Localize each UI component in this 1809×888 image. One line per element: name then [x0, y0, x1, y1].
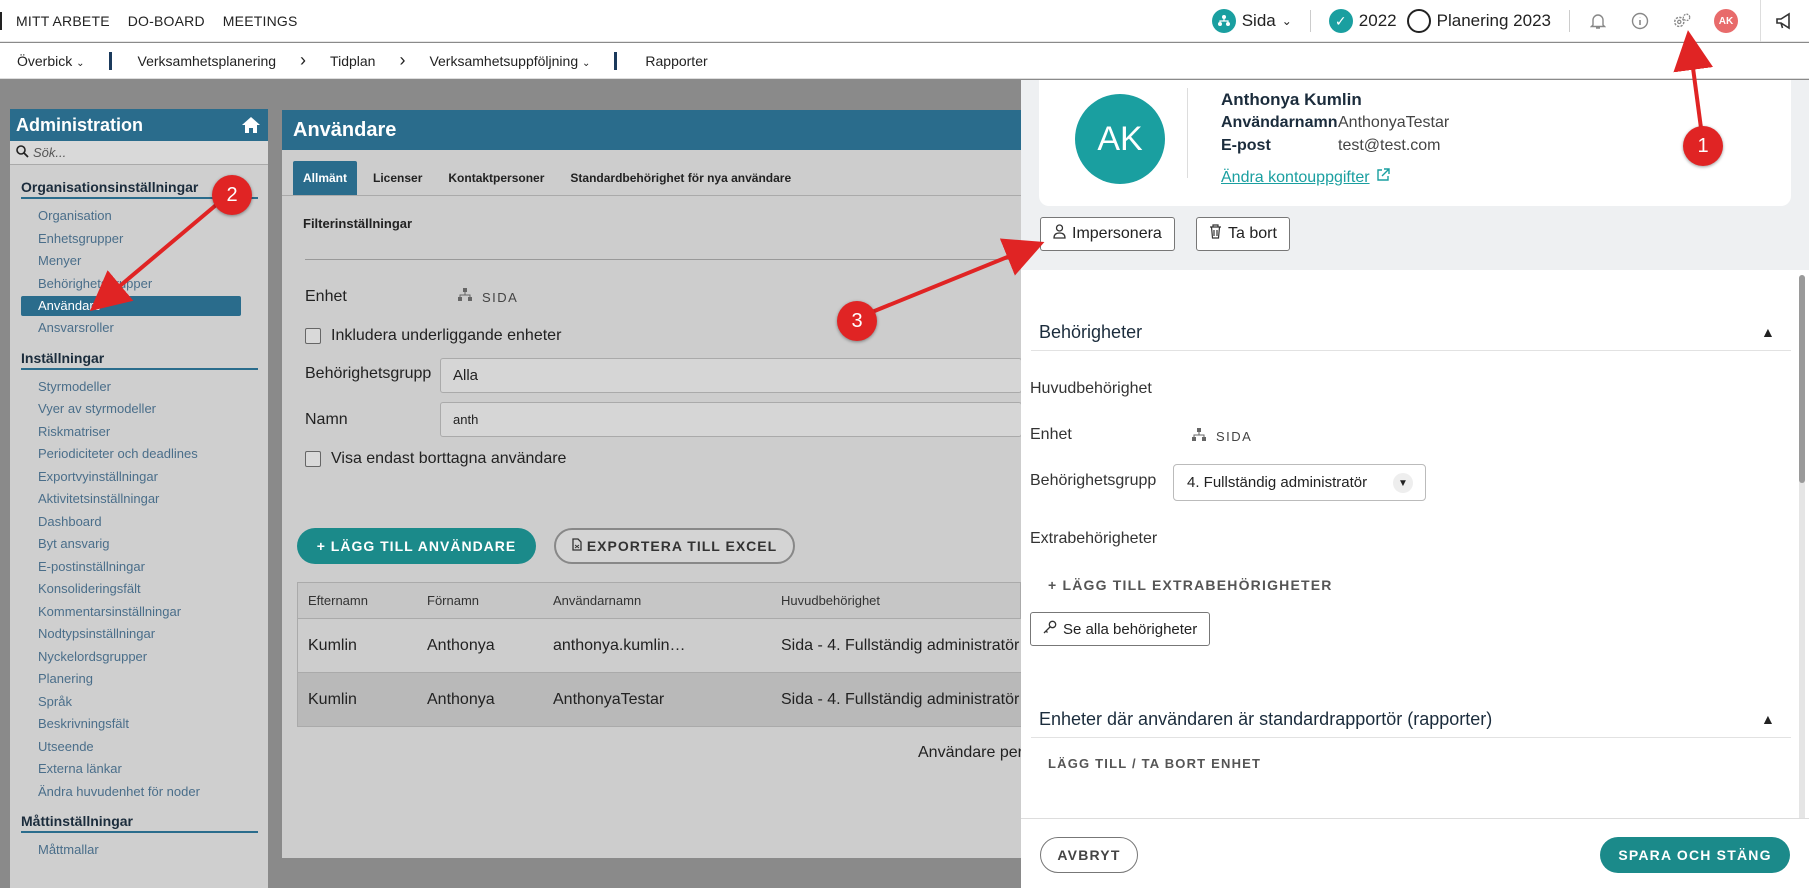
- annotation-badge-1: 1: [1683, 126, 1723, 166]
- annotation-arrow-1: [1673, 30, 1714, 129]
- annotation-badge-2: 2: [212, 175, 252, 215]
- annotation-arrows: [89, 30, 1714, 314]
- annotation-arrow-2: [89, 198, 224, 312]
- annotation-badge-3: 3: [837, 301, 877, 341]
- annotation-arrow-3: [871, 238, 1045, 314]
